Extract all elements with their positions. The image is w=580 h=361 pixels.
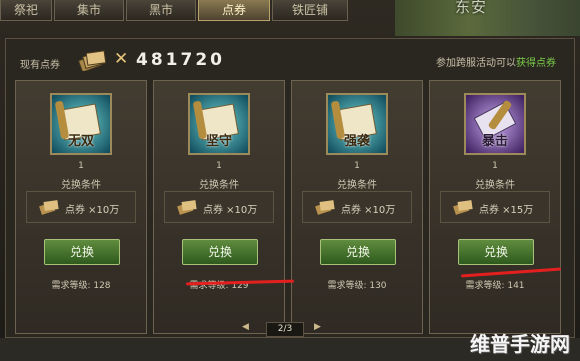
tab-blacksmith[interactable]: 铁匠铺 (272, 0, 348, 21)
tab-sacrifice[interactable]: 祭祀 (0, 0, 52, 21)
exchange-button[interactable]: 兑换 (320, 239, 396, 265)
coupon-icon (177, 200, 197, 215)
prev-page-button[interactable]: ◀ (242, 322, 249, 332)
coupon-exchange-panel: 现有点券 ✕ 481720 参加跨服活动可以获得点券 无双 1 兑换条件 点券 … (5, 38, 575, 338)
exchange-button[interactable]: 兑换 (44, 239, 120, 265)
cost-row: 点券 ×15万 (440, 191, 550, 223)
exchange-card: 强袭 1 兑换条件 点券 ×10万 兑换 需求等级: 130 (291, 80, 423, 334)
skill-book-icon: 坚守 (188, 93, 250, 155)
cost-row: 点券 ×10万 (302, 191, 412, 223)
item-quantity: 1 (216, 161, 222, 171)
get-coupons-link[interactable]: 获得点券 (516, 58, 556, 69)
required-level: 需求等级: 141 (465, 281, 525, 291)
tab-market[interactable]: 集市 (54, 0, 124, 21)
coupon-amount: 481720 (136, 50, 225, 70)
cost-row: 点券 ×10万 (164, 191, 274, 223)
coupon-icon (39, 200, 59, 215)
scroll-label: 强袭 (343, 134, 370, 149)
condition-title: 兑换条件 (199, 180, 239, 191)
exchange-card: 无双 1 兑换条件 点券 ×10万 兑换 需求等级: 128 (15, 80, 147, 334)
coupon-hint: 参加跨服活动可以获得点券 (436, 54, 556, 69)
condition-title: 兑换条件 (475, 180, 515, 191)
tab-black-market[interactable]: 黑市 (126, 0, 196, 21)
cost-text: 点券 ×10万 (65, 205, 120, 216)
scroll-label: 坚守 (205, 134, 232, 149)
pager: ◀ 2/3 ▶ (240, 322, 328, 337)
coupon-icon (315, 200, 335, 215)
watermark: 维普手游网 (470, 332, 570, 356)
tab-coupons[interactable]: 点券 (198, 0, 270, 21)
multiplier-sign: ✕ (114, 49, 129, 69)
cost-text: 点券 ×10万 (203, 205, 258, 216)
required-level: 需求等级: 128 (51, 281, 111, 291)
scroll-label: 暴击 (481, 134, 508, 149)
cost-text: 点券 ×10万 (341, 205, 396, 216)
exchange-card: 暴击 1 兑换条件 点券 ×15万 兑换 需求等级: 141 (429, 80, 561, 334)
coupon-icon (453, 200, 473, 215)
required-level: 需求等级: 130 (327, 281, 387, 291)
skill-book-icon: 暴击 (464, 93, 526, 155)
condition-title: 兑换条件 (61, 180, 101, 191)
scroll-label: 无双 (67, 134, 94, 149)
page-indicator: 2/3 (266, 322, 304, 337)
tab-bar: 祭祀 集市 黑市 点券 铁匠铺 (0, 0, 350, 22)
item-quantity: 1 (354, 161, 360, 171)
item-quantity: 1 (492, 161, 498, 171)
exchange-button[interactable]: 兑换 (182, 239, 258, 265)
next-page-button[interactable]: ▶ (314, 322, 321, 332)
exchange-button[interactable]: 兑换 (458, 239, 534, 265)
cost-text: 点券 ×15万 (479, 205, 534, 216)
item-quantity: 1 (78, 161, 84, 171)
coupon-stack-icon (78, 50, 107, 71)
map-city-label: 东安 (455, 0, 488, 16)
hint-prefix: 参加跨服活动可以 (436, 58, 516, 69)
condition-title: 兑换条件 (337, 180, 377, 191)
skill-book-icon: 强袭 (326, 93, 388, 155)
cost-row: 点券 ×10万 (26, 191, 136, 223)
exchange-card: 坚守 1 兑换条件 点券 ×10万 兑换 需求等级: 129 (153, 80, 285, 334)
owned-coupons-label: 现有点券 (20, 60, 60, 71)
skill-book-icon: 无双 (50, 93, 112, 155)
map-background: 东安 (395, 0, 580, 36)
